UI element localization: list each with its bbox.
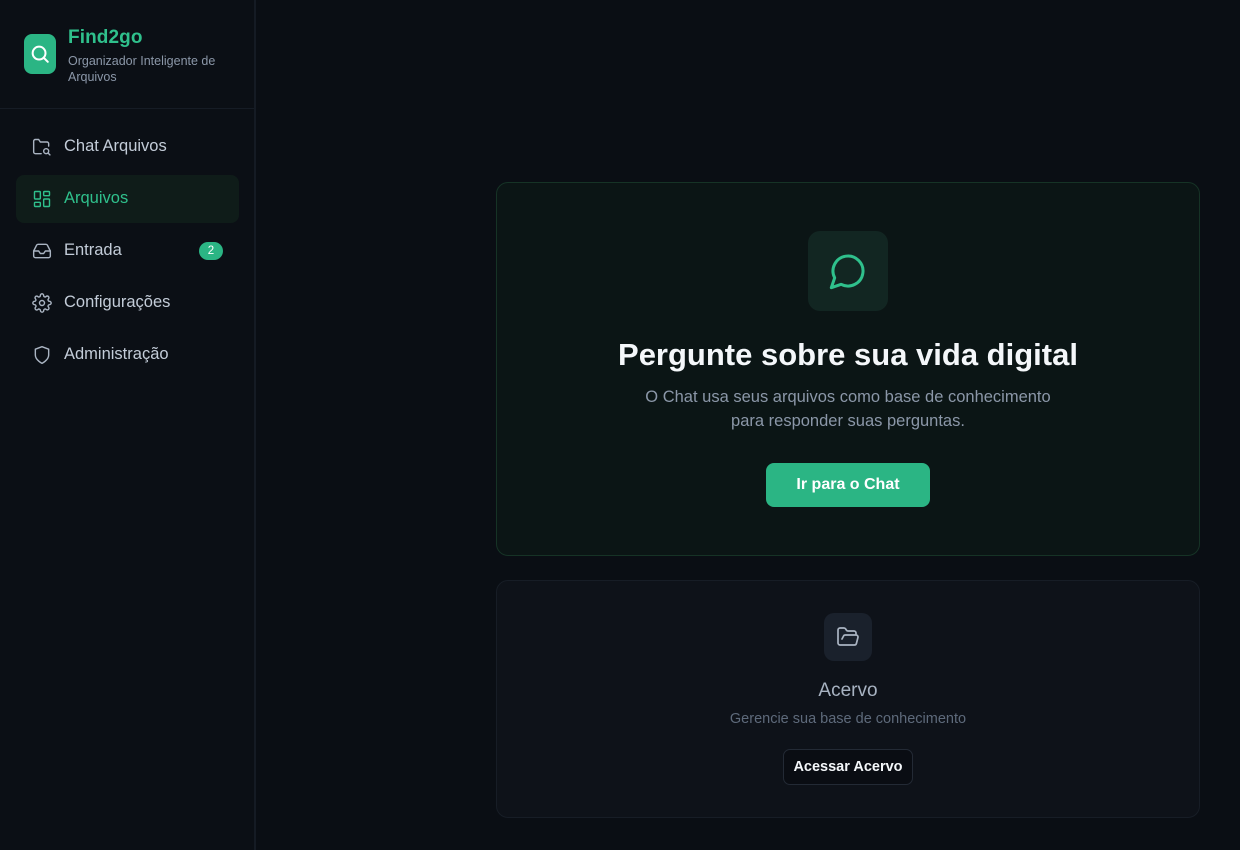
chat-card-description: O Chat usa seus arquivos como base de co… — [645, 388, 1051, 430]
sidebar-item-arquivos[interactable]: Arquivos — [16, 175, 239, 223]
chat-card-title: Pergunte sobre sua vida digital — [618, 337, 1078, 372]
sidebar-item-label: Administração — [64, 345, 169, 363]
gear-icon — [32, 293, 52, 313]
chat-card: Pergunte sobre sua vida digital O Chat u… — [496, 182, 1200, 556]
sidebar-item-label: Configurações — [64, 293, 171, 311]
shield-icon — [32, 345, 52, 365]
sidebar-item-administracao[interactable]: Administração — [16, 331, 239, 379]
sidebar-item-label: Entrada — [64, 241, 122, 259]
sidebar-item-label: Chat Arquivos — [64, 137, 167, 155]
brand-subtitle: Organizador Inteligente de Arquivos — [68, 54, 216, 84]
folder-open-icon — [824, 613, 872, 661]
sidebar-item-label: Arquivos — [64, 189, 129, 207]
acervo-card: Acervo Gerencie sua base de conhecimento… — [496, 580, 1200, 818]
acervo-card-title: Acervo — [818, 680, 878, 701]
search-icon[interactable] — [24, 34, 56, 74]
brand-header: Find2go Organizador Inteligente de Arqui… — [0, 0, 254, 109]
acervo-card-description: Gerencie sua base de conhecimento — [729, 711, 967, 727]
inbox-count-badge: 2 — [199, 242, 223, 260]
folder-search-icon — [32, 137, 52, 157]
dashboard-icon — [32, 189, 52, 209]
sidebar-item-entrada[interactable]: Entrada 2 — [16, 227, 239, 275]
inbox-icon — [32, 241, 52, 261]
chat-bubble-icon — [808, 231, 888, 311]
go-to-chat-button[interactable]: Ir para o Chat — [766, 463, 930, 507]
sidebar-item-configuracoes[interactable]: Configurações — [16, 279, 239, 327]
sidebar-nav: Chat Arquivos Arquivos Entrada 2 Configu… — [16, 123, 239, 383]
brand-name: Find2go — [68, 27, 143, 48]
sidebar-item-chat-arquivos[interactable]: Chat Arquivos — [16, 123, 239, 171]
sidebar: Find2go Organizador Inteligente de Arqui… — [0, 0, 256, 850]
app-root: Find2go Organizador Inteligente de Arqui… — [0, 0, 1240, 850]
access-acervo-button[interactable]: Acessar Acervo — [783, 749, 913, 785]
